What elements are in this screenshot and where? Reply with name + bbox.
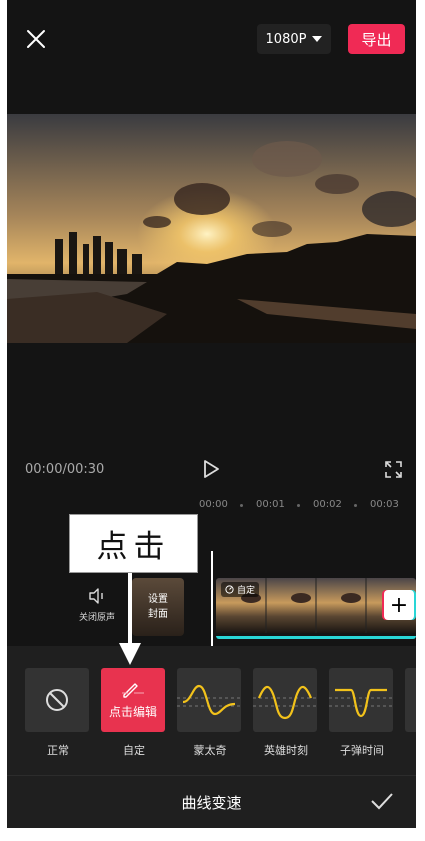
- play-icon[interactable]: [203, 460, 219, 478]
- curve-speed-panel: 正常 点击编辑 自定 蒙太奇 英雄时刻 子弹时间 曲线变速: [7, 646, 416, 828]
- add-clip-button[interactable]: +: [384, 590, 414, 620]
- preset-thumb: [329, 668, 393, 732]
- preset-label: 自定: [123, 744, 145, 757]
- tick-label: 00:03: [370, 499, 399, 510]
- preset-thumb: [405, 668, 416, 732]
- app-screen: 1080P 导出 00:00/00:30 00:00 00:01 00:02 0…: [7, 0, 416, 828]
- tick-label: 00:02: [313, 499, 342, 510]
- mute-label: 关闭原声: [78, 613, 115, 623]
- panel-title: 曲线变速: [181, 794, 242, 812]
- preset-thumb: [253, 668, 317, 732]
- video-preview[interactable]: [7, 114, 416, 343]
- preset-montage[interactable]: 蒙太奇: [177, 668, 243, 758]
- preset-label: 子弹时间: [340, 744, 384, 757]
- edit-hint: 点击编辑: [108, 704, 157, 719]
- tick-label: 00:00: [199, 499, 228, 510]
- preset-bullet-time[interactable]: 子弹时间: [329, 668, 395, 758]
- curve-icon: [253, 685, 317, 720]
- playhead[interactable]: [211, 551, 213, 647]
- resolution-label: 1080P: [265, 31, 307, 47]
- tick-label: 00:01: [256, 499, 285, 510]
- tick-dot: [240, 504, 243, 507]
- ban-icon: [46, 689, 68, 711]
- export-button[interactable]: 导出: [348, 24, 405, 54]
- preset-more[interactable]: [405, 668, 416, 758]
- pencil-icon: [122, 682, 144, 698]
- preset-custom[interactable]: 点击编辑 自定: [101, 668, 167, 758]
- clip-tag-label: 自定: [237, 586, 256, 596]
- check-icon[interactable]: [370, 791, 394, 811]
- cover-label-line1: 设置: [148, 594, 168, 605]
- tick-dot: [354, 504, 357, 507]
- preset-thumb-selected: 点击编辑: [101, 668, 165, 732]
- timeline-ruler[interactable]: 00:00 00:01 00:02 00:03: [7, 490, 416, 516]
- down-arrow-icon: [119, 573, 141, 665]
- resolution-selector[interactable]: 1080P: [257, 24, 331, 54]
- preset-hero-moment[interactable]: 英雄时刻: [253, 668, 319, 758]
- caret-down-icon: [312, 36, 323, 42]
- mute-original-button[interactable]: 关闭原声: [67, 588, 127, 623]
- close-icon[interactable]: [25, 28, 47, 50]
- plus-icon: +: [389, 592, 409, 618]
- preset-label: 蒙太奇: [193, 744, 227, 757]
- clip-speed-tag: 自定: [221, 582, 260, 597]
- speaker-mute-icon: [89, 588, 103, 604]
- cover-label-line2: 封面: [148, 609, 168, 620]
- preset-list: 正常 点击编辑 自定 蒙太奇 英雄时刻 子弹时间: [25, 668, 416, 758]
- tick-dot: [297, 504, 300, 507]
- curve-icon: [329, 688, 393, 718]
- fullscreen-icon[interactable]: [385, 461, 402, 478]
- preset-thumb: [25, 668, 89, 732]
- speed-gauge-icon: [225, 585, 234, 594]
- preset-normal[interactable]: 正常: [25, 668, 91, 758]
- tutorial-callout: 点击: [69, 514, 198, 573]
- preset-label: 英雄时刻: [264, 744, 308, 757]
- preset-label: 正常: [47, 744, 69, 757]
- curve-icon: [177, 684, 241, 716]
- time-display: 00:00/00:30: [25, 462, 105, 477]
- preset-thumb: [177, 668, 241, 732]
- panel-divider: [7, 775, 416, 776]
